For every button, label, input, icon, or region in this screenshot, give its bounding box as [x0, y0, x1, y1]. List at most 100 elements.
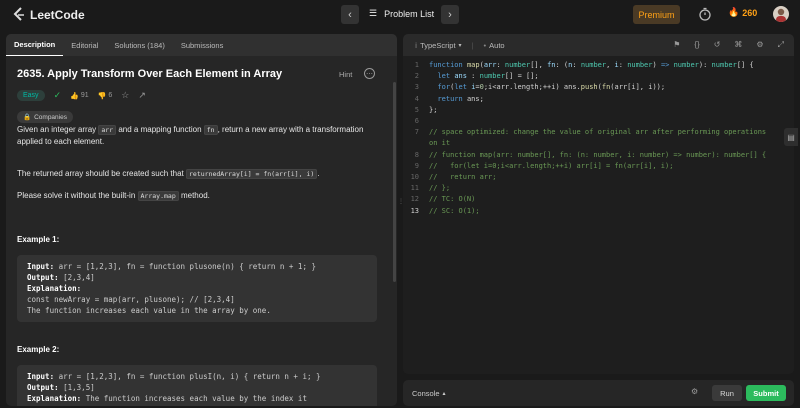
expand-icon[interactable]: ⤢: [778, 40, 784, 50]
code-line: 10// return arr;: [403, 172, 794, 183]
code-line: 12// TC: O(N): [403, 194, 794, 205]
text: The returned array should be created suc…: [17, 169, 186, 178]
text: Given an integer array: [17, 125, 99, 134]
code-line: 2 let ans : number[] = [];: [403, 71, 794, 82]
output-label: Output:: [27, 383, 59, 392]
code-line: 4 return ans;: [403, 94, 794, 105]
inline-code: returnedArray[i] = fn(arr[i], i): [186, 169, 318, 179]
tab-description[interactable]: Description: [6, 34, 64, 56]
bookmark-icon[interactable]: ⚑: [673, 40, 680, 50]
debug-icon[interactable]: ⚙: [691, 387, 698, 396]
console-label: Console: [412, 388, 440, 398]
explanation-line: const newArray = map(arr, plusone); // […: [27, 295, 235, 304]
panel-resize-handle[interactable]: ⋮: [398, 198, 404, 210]
premium-button[interactable]: Premium: [633, 5, 680, 24]
difficulty-badge: Easy: [17, 90, 45, 101]
lock-icon: 🔒: [23, 114, 32, 121]
dislike-count: 6: [108, 92, 113, 99]
braces-icon[interactable]: {}: [694, 40, 699, 50]
line-number: 7: [414, 128, 419, 137]
companies-tag[interactable]: 🔒 Companies: [17, 111, 73, 123]
code-line: 13// SC: O(1);: [403, 206, 794, 217]
separator: |: [471, 40, 474, 50]
code-line: 3 for(let i=0;i<arr.length;++i) ans.push…: [403, 82, 794, 93]
text: method.: [178, 191, 210, 200]
share-icon[interactable]: ↗: [138, 90, 146, 101]
settings-gear-icon[interactable]: ⚙: [756, 40, 763, 50]
text: and a mapping function: [116, 125, 204, 134]
text: Please solve it without the built-in: [17, 191, 138, 200]
inline-code: fn: [203, 125, 218, 135]
tab-submissions[interactable]: Submissions: [173, 34, 232, 56]
line-number: 10: [410, 173, 419, 182]
inline-code: arr: [98, 125, 117, 135]
explanation-label: Explanation:: [27, 284, 82, 293]
reset-icon[interactable]: ↺: [714, 40, 721, 50]
line-number: 1: [414, 61, 419, 69]
language-selector[interactable]: ⅰ TypeScript ▾: [415, 41, 462, 50]
avatar-image: [776, 8, 786, 22]
chevron-down-icon: ▾: [458, 42, 462, 49]
streak-counter[interactable]: 🔥 260: [728, 7, 757, 18]
code-line: 11// };: [403, 183, 794, 194]
auto-label: Auto: [489, 40, 505, 50]
example-1-title: Example 1:: [17, 235, 60, 244]
output-label: Output:: [27, 273, 59, 282]
auto-mode[interactable]: • Auto: [484, 41, 505, 50]
code-line: 5};: [403, 105, 794, 116]
like-button[interactable]: 👍 91: [70, 92, 89, 100]
submit-button[interactable]: Submit: [746, 385, 786, 401]
line-number: 2: [414, 72, 419, 81]
console-toggle[interactable]: Console ▴: [412, 389, 446, 398]
code-area[interactable]: 1 function map(arr: number[], fn: (n: num…: [403, 60, 794, 217]
description-tabs: Description Editorial Solutions (184) Su…: [6, 34, 397, 56]
timer-icon[interactable]: [698, 7, 712, 21]
logo-text: LeetCode: [30, 7, 85, 22]
problem-list-label: Problem List: [384, 8, 435, 19]
editor-tools: ⚑ {} ↺ ⌘ ⚙ ⤢: [673, 40, 784, 50]
editor-toolbar: ⅰ TypeScript ▾ | • Auto ⚑ {} ↺ ⌘ ⚙ ⤢: [403, 34, 794, 56]
companies-label: Companies: [34, 113, 67, 121]
example-1-box: Input: arr = [1,2,3], fn = function plus…: [17, 255, 377, 322]
problem-list-button[interactable]: ☰ Problem List: [369, 8, 434, 19]
tab-solutions[interactable]: Solutions (184): [106, 34, 172, 56]
description-paragraph-2: The returned array should be created suc…: [17, 168, 377, 180]
hint-button[interactable]: Hint: [339, 70, 352, 79]
example-output: [2,3,4]: [58, 273, 95, 282]
top-bar: LeetCode ‹ ☰ Problem List › Premium 🔥 26…: [0, 0, 800, 30]
solved-check-icon: ✓: [53, 90, 62, 100]
code-line: 1 function map(arr: number[], fn: (n: num…: [403, 60, 794, 71]
description-panel: Description Editorial Solutions (184) Su…: [6, 34, 397, 406]
console-bar: Console ▴ ⚙ Run Submit: [403, 380, 794, 406]
example-output: [1,3,5]: [58, 383, 95, 392]
code-editor-panel: ⅰ TypeScript ▾ | • Auto ⚑ {} ↺ ⌘ ⚙ ⤢ 1 fu…: [403, 34, 794, 374]
chevron-up-icon: ▴: [442, 390, 446, 397]
prev-problem-button[interactable]: ‹: [341, 5, 359, 24]
code-line: 7// space optimized: change the value of…: [403, 127, 794, 138]
description-scrollbar[interactable]: [393, 82, 396, 282]
line-number: 3: [414, 83, 419, 92]
line-number: [403, 138, 429, 149]
star-icon[interactable]: ☆: [121, 90, 129, 101]
avatar[interactable]: [773, 6, 789, 22]
tab-editorial[interactable]: Editorial: [63, 34, 106, 56]
thumbs-down-icon: 👎: [97, 92, 107, 100]
line-number: 6: [414, 117, 419, 126]
description-paragraph-3: Please solve it without the built-in Arr…: [17, 190, 377, 202]
command-icon[interactable]: ⌘: [734, 40, 742, 50]
more-options-icon[interactable]: ⋯: [364, 68, 375, 79]
line-number: 9: [414, 161, 419, 170]
run-button[interactable]: Run: [712, 385, 742, 401]
problem-title-wrap: 2635. Apply Transform Over Each Element …: [17, 68, 382, 80]
leetcode-logo[interactable]: LeetCode: [12, 7, 85, 22]
notes-side-icon[interactable]: ▤: [784, 128, 798, 146]
explanation-line: The function increases each value in the…: [27, 306, 271, 315]
example-input: arr = [1,2,3], fn = function plusI(n, i)…: [54, 372, 321, 381]
dislike-button[interactable]: 👎 6: [98, 92, 113, 100]
example-2-title: Example 2:: [17, 345, 60, 354]
code-line: 9// for(let i=0;i<arr.length;++i) arr[i]…: [403, 161, 794, 172]
next-problem-button[interactable]: ›: [441, 5, 459, 24]
code-line: 6: [403, 116, 794, 127]
leetcode-logo-icon: [13, 7, 24, 21]
code-line: on it: [403, 138, 794, 149]
